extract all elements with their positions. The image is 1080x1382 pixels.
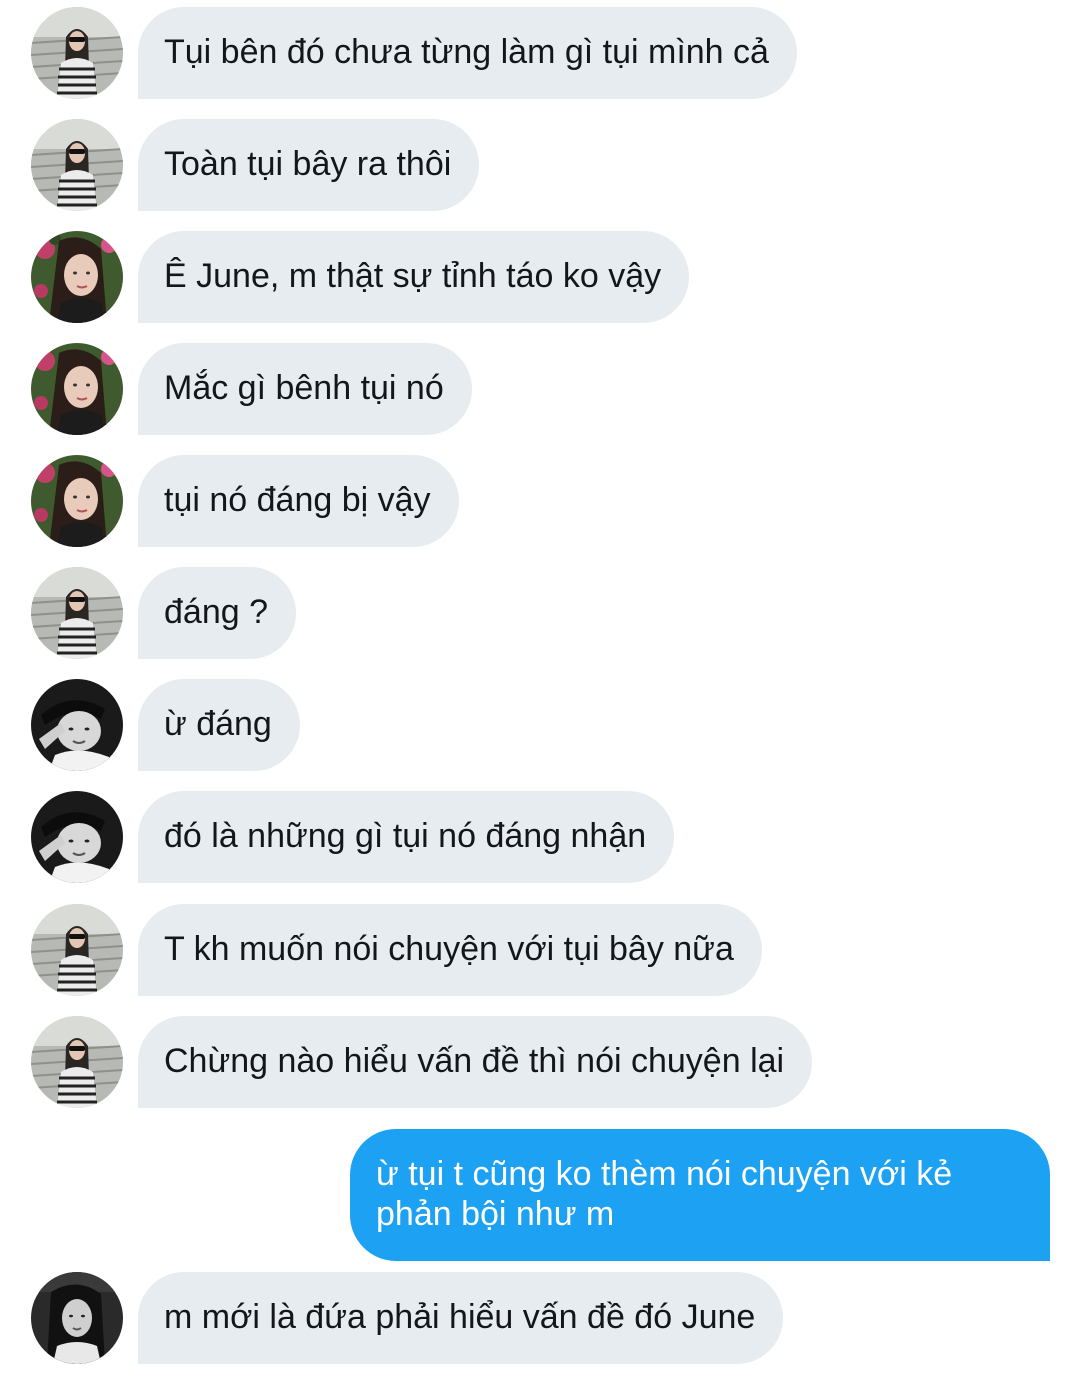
message-bubble[interactable]: đó là những gì tụi nó đáng nhận <box>138 791 675 883</box>
message-bubble[interactable]: Ê June, m thật sự tỉnh táo ko vậy <box>138 231 690 323</box>
message-bubble[interactable]: T kh muốn nói chuyện với tụi bây nữa <box>138 904 762 996</box>
message-row-sent: ừ tụi t cũng ko thèm nói chuyện với kẻ p… <box>0 1129 1080 1261</box>
message-row: Toàn tụi bây ra thôi <box>0 119 1080 211</box>
message-row: m mới là đứa phải hiểu vấn đề đó June <box>0 1272 1080 1364</box>
avatar-boy-bw[interactable] <box>31 791 123 883</box>
avatar-girl-sunglasses[interactable] <box>31 567 123 659</box>
avatar-girl-dark[interactable] <box>31 1272 123 1364</box>
avatar-girl-flowers[interactable] <box>31 343 123 435</box>
message-thread: Tụi bên đó chưa từng làm gì tụi mình cả … <box>0 0 1080 1382</box>
message-bubble[interactable]: Tụi bên đó chưa từng làm gì tụi mình cả <box>138 7 797 99</box>
message-bubble[interactable]: Toàn tụi bây ra thôi <box>138 119 480 211</box>
message-row: Tụi bên đó chưa từng làm gì tụi mình cả <box>0 7 1080 99</box>
avatar-boy-bw[interactable] <box>31 679 123 771</box>
message-row: đó là những gì tụi nó đáng nhận <box>0 791 1080 883</box>
message-bubble[interactable]: m mới là đứa phải hiểu vấn đề đó June <box>138 1272 784 1364</box>
avatar-girl-sunglasses[interactable] <box>31 7 123 99</box>
avatar-girl-sunglasses[interactable] <box>31 1016 123 1108</box>
avatar-girl-sunglasses[interactable] <box>31 904 123 996</box>
message-row: Chừng nào hiểu vấn đề thì nói chuyện lại <box>0 1016 1080 1108</box>
message-row: đáng ? <box>0 567 1080 659</box>
avatar-girl-flowers[interactable] <box>31 231 123 323</box>
avatar-girl-sunglasses[interactable] <box>31 119 123 211</box>
message-bubble[interactable]: Chừng nào hiểu vấn đề thì nói chuyện lại <box>138 1016 813 1108</box>
avatar-girl-flowers[interactable] <box>31 455 123 547</box>
message-row: Ê June, m thật sự tỉnh táo ko vậy <box>0 231 1080 323</box>
sent-message-bubble[interactable]: ừ tụi t cũng ko thèm nói chuyện với kẻ p… <box>350 1129 1050 1261</box>
message-row: ừ đáng <box>0 679 1080 771</box>
message-row: tụi nó đáng bị vậy <box>0 455 1080 547</box>
message-row: Mắc gì bênh tụi nó <box>0 343 1080 435</box>
message-bubble[interactable]: Mắc gì bênh tụi nó <box>138 343 472 435</box>
message-bubble[interactable]: ừ đáng <box>138 679 300 771</box>
message-row: T kh muốn nói chuyện với tụi bây nữa <box>0 904 1080 996</box>
message-bubble[interactable]: tụi nó đáng bị vậy <box>138 455 459 547</box>
message-bubble[interactable]: đáng ? <box>138 567 296 659</box>
